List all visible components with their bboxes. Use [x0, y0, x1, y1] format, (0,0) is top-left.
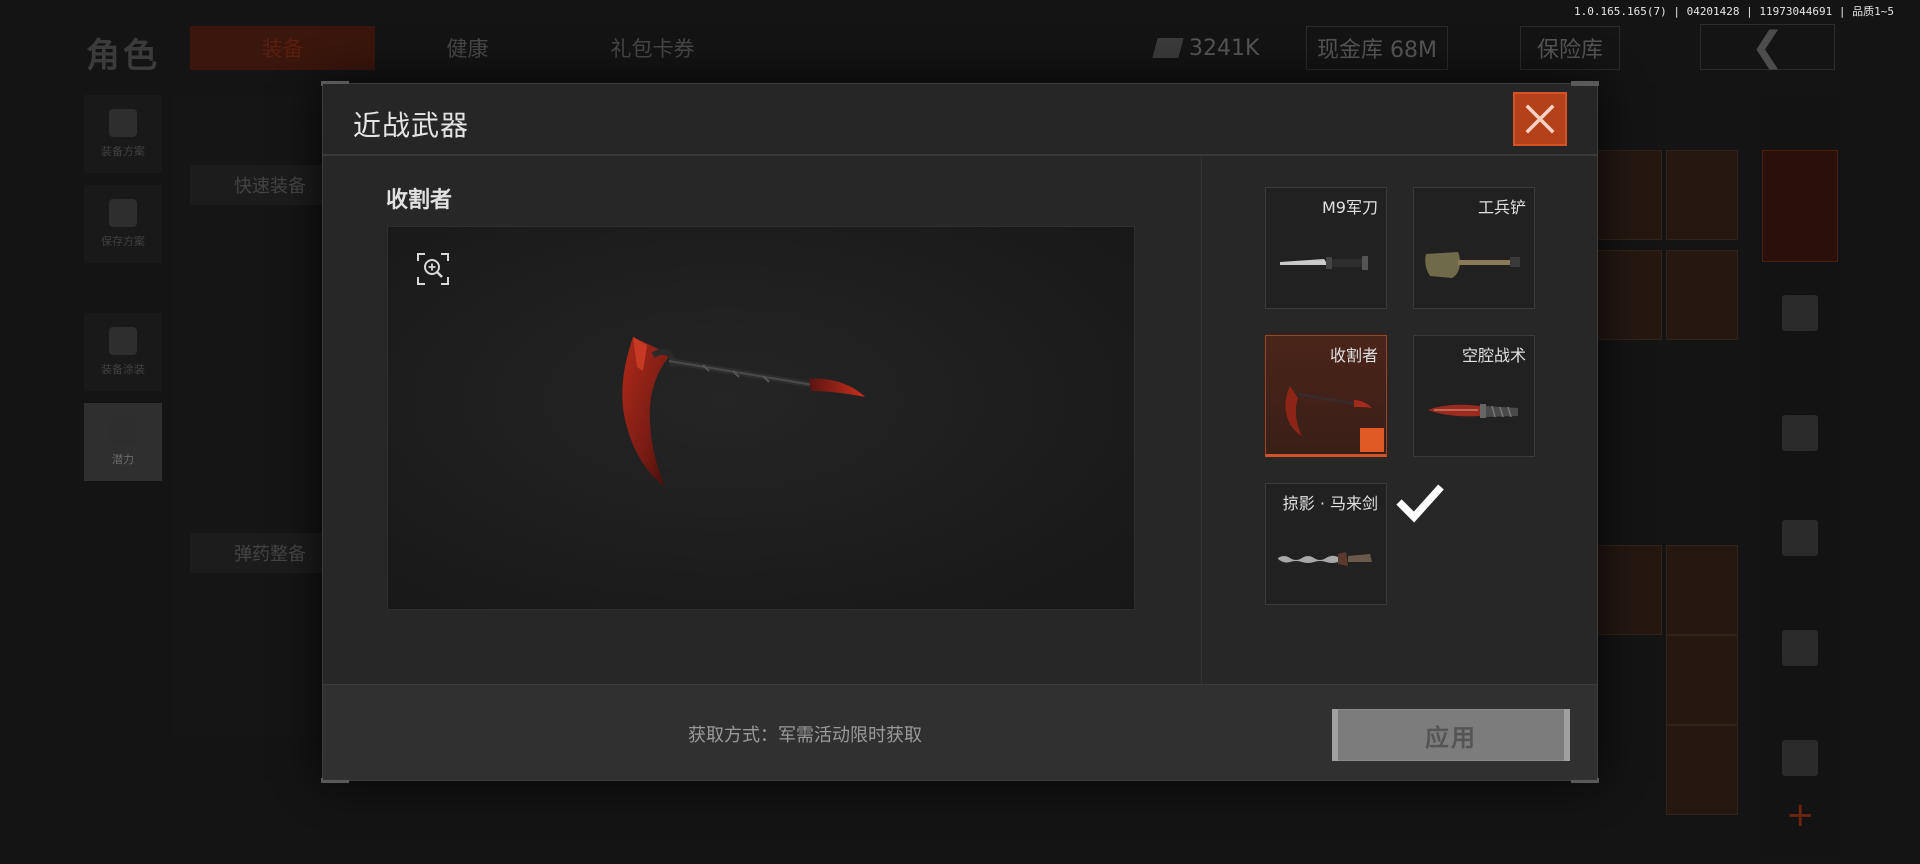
- bg-item-cell: [1590, 250, 1662, 340]
- bg-rail-icon: [1782, 630, 1818, 666]
- bg-sidebar-item: 保存方案: [84, 185, 162, 263]
- apply-button[interactable]: 应用: [1332, 709, 1570, 761]
- bg-plus-icon: +: [1786, 795, 1815, 835]
- bg-rail-icon: [1782, 520, 1818, 556]
- bg-sidebar-label: 装备涂装: [101, 363, 145, 376]
- bg-cash: 3241K: [1152, 26, 1260, 70]
- weapon-card-label: 掠影 · 马来剑: [1282, 494, 1378, 513]
- bg-sidebar-label: 装备方案: [101, 145, 145, 158]
- weapon-card-selected[interactable]: 收割者: [1265, 335, 1444, 523]
- helmet-icon: [109, 327, 137, 355]
- bg-sidebar-label: 保存方案: [101, 235, 145, 248]
- bg-item-cell: [1666, 725, 1738, 815]
- bg-cash-vault-label: 现金库 68M: [1317, 38, 1437, 63]
- zoom-in-icon: [417, 253, 449, 285]
- bayonet-icon: [1280, 256, 1368, 270]
- bg-item-cell: [1666, 150, 1738, 240]
- weapon-card[interactable]: 空腔战术: [1413, 335, 1535, 457]
- divider: [1201, 157, 1202, 685]
- weapon-card-label: 工兵铲: [1477, 198, 1526, 217]
- bg-item-cell: [1666, 250, 1738, 340]
- bg-sidebar-item: 装备涂装: [84, 313, 162, 391]
- lightning-icon: [109, 417, 137, 445]
- bg-tab-gift-cards: 礼包卡券: [610, 37, 695, 61]
- bg-cash-vault: 现金库 68M: [1306, 26, 1448, 70]
- close-icon: [1525, 104, 1555, 134]
- dialog-footer: 获取方式：军需活动限时获取 应用: [323, 684, 1597, 780]
- version-info: 1.0.165.165(7) | 04201428 | 11973044691 …: [1573, 5, 1894, 18]
- kris-sword-icon: [1278, 552, 1372, 566]
- bg-safe-box: 保险库: [1520, 26, 1621, 70]
- bg-back-icon: ❮: [1700, 24, 1835, 70]
- bg-item-cell: [1666, 635, 1738, 725]
- preview-weapon-name: 收割者: [386, 188, 453, 213]
- weapon-card-label: 空腔战术: [1461, 346, 1526, 365]
- weapon-card[interactable]: M9军刀: [1265, 187, 1387, 309]
- tactical-knife-icon: [1428, 404, 1518, 418]
- bg-item-cell: [1590, 150, 1662, 240]
- bg-sidebar-label: 潜力: [112, 453, 134, 466]
- bg-sidebar-item: 潜力: [84, 403, 162, 481]
- zoom-button[interactable]: [416, 252, 450, 286]
- download-icon: [109, 199, 137, 227]
- bg-page-title: 角色: [86, 36, 160, 76]
- close-button[interactable]: [1513, 92, 1567, 146]
- vest-icon: [109, 109, 137, 137]
- weapon-card[interactable]: 工兵铲: [1413, 187, 1535, 309]
- weapon-card-label: 收割者: [1329, 346, 1378, 365]
- bg-rail-selected: [1762, 150, 1838, 262]
- dialog-header: 近战武器: [323, 84, 1597, 156]
- bg-sidebar-item: 装备方案: [84, 95, 162, 173]
- bg-cash-value: 3241K: [1189, 35, 1260, 61]
- melee-weapon-dialog: 近战武器 收割者 M9军刀 工兵铲 收割者 空腔战术 掠影 · 马来剑 获取方式…: [321, 81, 1599, 783]
- selected-check-icon: [1360, 428, 1444, 523]
- bg-item-cell: [1666, 545, 1738, 635]
- bg-safe-box-label: 保险库: [1537, 38, 1604, 63]
- shovel-icon: [1425, 252, 1520, 278]
- bg-tab-equipment: 装备: [190, 26, 375, 70]
- dialog-title: 近战武器: [353, 109, 470, 142]
- weapon-card[interactable]: 掠影 · 马来剑: [1265, 483, 1387, 605]
- weapon-card-label: M9军刀: [1322, 198, 1378, 217]
- scythe-preview-image: [622, 337, 865, 487]
- cash-icon: [1152, 38, 1184, 58]
- bg-item-cell: [1590, 545, 1662, 635]
- bg-rail-icon: [1782, 740, 1818, 776]
- bg-rail-icon: [1782, 415, 1818, 451]
- acquire-method-text: 获取方式：军需活动限时获取: [688, 725, 922, 746]
- bg-sidebar: 装备方案 保存方案 装备涂装 潜力: [84, 95, 162, 493]
- bg-tab-health: 健康: [446, 37, 489, 61]
- weapon-preview[interactable]: [387, 226, 1135, 610]
- bg-rail-icon: [1782, 295, 1818, 331]
